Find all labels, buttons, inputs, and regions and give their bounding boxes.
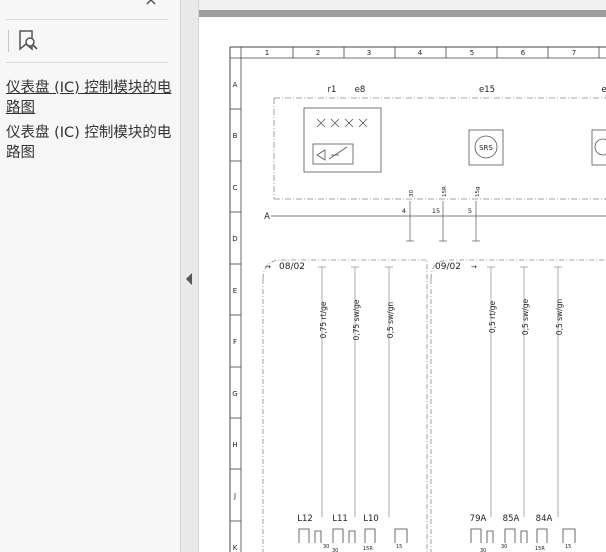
wire-label: 0,5 rt/ge — [488, 301, 497, 334]
wiring-diagram: 1 2 3 4 5 6 7 A B C D E F G H J K r1 e8 … — [229, 46, 606, 552]
terminal-small-label: 15 — [565, 544, 571, 550]
bookmark-item[interactable]: 仪表盘 (IC) 控制模块的电路图 — [6, 123, 176, 163]
column-label: 1 — [265, 49, 269, 57]
bookmark-search-icon[interactable] — [15, 28, 41, 54]
row-label: B — [233, 132, 238, 140]
bookmark-item[interactable]: 仪表盘 (IC) 控制模块的电路图 — [6, 78, 176, 118]
sidebar-divider — [6, 19, 168, 20]
bus-pin-label: 4 — [402, 207, 406, 215]
terminal-label: L12 — [297, 514, 313, 524]
bus-wire-label: 15R — [442, 186, 448, 197]
terminal-small-label: 30 — [480, 548, 486, 552]
column-label: 5 — [470, 49, 474, 57]
row-ticks — [230, 108, 241, 522]
terminal-small-label: 15R — [363, 546, 373, 552]
row-label: K — [233, 544, 238, 552]
bus-pin-label: 15 — [432, 207, 440, 215]
terminal-small-label: 30 — [501, 544, 507, 550]
bus-wire-label: 15g — [475, 187, 481, 198]
wire-label: 0,75 rt/ge — [319, 301, 328, 338]
document-page: 1 2 3 4 5 6 7 A B C D E F G H J K r1 e8 … — [199, 17, 606, 552]
bus-wire-label: 30 — [409, 190, 415, 197]
toolbar-separator — [8, 30, 9, 52]
column-label: 7 — [572, 49, 576, 57]
component-label-e15: e15 — [479, 85, 495, 95]
bookmarks-sidebar: × 仪表盘 (IC) 控制模块的电路图 仪表盘 (IC) 控制模块的电路图 — [0, 0, 181, 552]
row-label: A — [233, 81, 238, 89]
terminal-small-label: 15R — [535, 546, 545, 552]
column-label: 3 — [367, 49, 371, 57]
terminal-label: L10 — [363, 514, 379, 524]
column-label: 2 — [316, 49, 320, 57]
page-gap — [199, 10, 606, 17]
row-label: E — [233, 287, 237, 295]
led-cluster-symbol — [303, 107, 382, 173]
terminal-symbols — [298, 528, 576, 543]
arrow-icon: → — [265, 263, 271, 271]
column-ticks — [292, 47, 600, 58]
terminal-small-label: 30 — [323, 544, 329, 550]
terminal-small-label: 30 — [332, 548, 338, 552]
wire-label: 0,5 sw/ge — [521, 298, 530, 335]
row-label: H — [232, 441, 237, 449]
row-label: G — [232, 390, 237, 398]
bus-pin-label: 5 — [468, 207, 472, 215]
row-label: J — [233, 492, 236, 500]
component-label-r1: r1 — [328, 85, 337, 95]
terminal-label: 85A — [503, 514, 520, 524]
component-box — [273, 97, 606, 200]
connector-label-right: 09/02 — [435, 262, 461, 272]
sidebar-divider — [6, 62, 168, 63]
partial-lamp-symbol — [591, 129, 606, 166]
document-viewport[interactable]: 1 2 3 4 5 6 7 A B C D E F G H J K r1 e8 … — [199, 0, 606, 552]
sidebar-splitter[interactable] — [181, 0, 199, 552]
row-label: F — [233, 338, 237, 346]
row-label: D — [232, 235, 237, 243]
terminal-label: 84A — [536, 514, 553, 524]
srs-label: SRS — [479, 144, 493, 152]
column-label: 6 — [521, 49, 526, 57]
row-label: C — [233, 184, 238, 192]
component-label-e: e — [601, 85, 606, 95]
connector-label-left: 08/02 — [279, 262, 305, 272]
connector-box-left — [262, 259, 428, 552]
terminal-label: L11 — [332, 514, 348, 524]
wire-label: 0,5 sw/gn — [555, 299, 564, 336]
arrow-icon: → — [471, 263, 477, 271]
wire-label: 0,5 sw/gn — [386, 302, 395, 339]
collapse-left-icon[interactable] — [186, 273, 192, 285]
bus-label: A — [264, 212, 270, 222]
terminal-small-label: 15 — [396, 544, 402, 550]
terminal-label: 79A — [470, 514, 487, 524]
column-label: 4 — [418, 49, 423, 57]
wire-label: 0,75 sw/ge — [352, 299, 361, 340]
component-label-e8: e8 — [355, 85, 366, 95]
close-icon[interactable]: × — [143, 0, 159, 8]
